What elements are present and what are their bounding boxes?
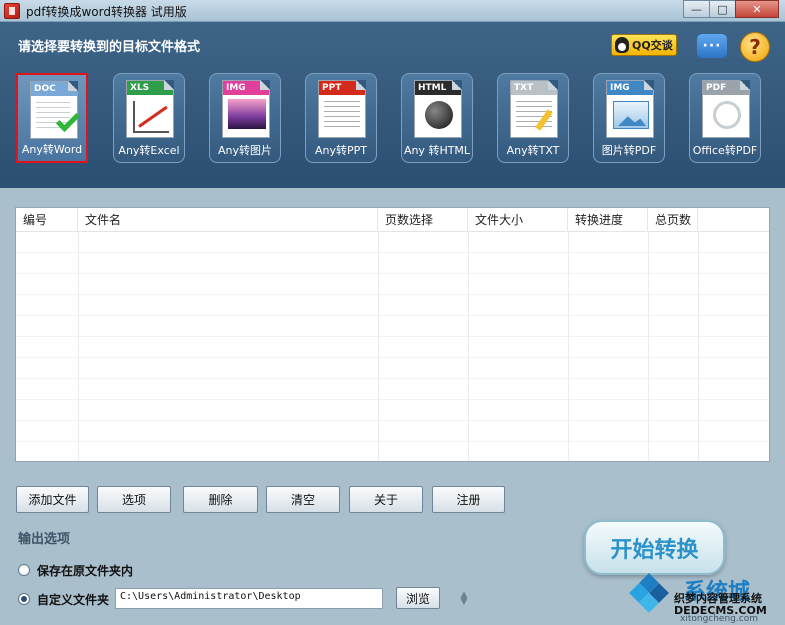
spinner-arrows-icon: ▲ ▼	[460, 590, 468, 607]
format-label: Any转Excel	[118, 144, 180, 157]
format-doc-icon: DOC	[30, 81, 81, 139]
format-button-html-4[interactable]: HTML Any 转HTML	[401, 73, 473, 163]
help-icon[interactable]: ?	[740, 32, 770, 62]
start-convert-button[interactable]: 开始转换	[584, 520, 725, 575]
format-doc-icon: XLS	[126, 80, 174, 138]
format-label: Any转Word	[21, 143, 83, 156]
close-button[interactable]: ✕	[735, 0, 779, 18]
format-tag: PPT	[319, 81, 365, 95]
format-label: Any 转HTML	[403, 144, 471, 157]
txt-art-icon	[324, 101, 360, 129]
register-button[interactable]: 注册	[432, 486, 505, 513]
column-header-file-size[interactable]: 文件大小	[468, 208, 568, 232]
app-icon	[4, 3, 20, 19]
format-doc-icon: IMG	[606, 80, 654, 138]
format-label: Any转图片	[217, 144, 272, 157]
delete-button[interactable]: 删除	[183, 486, 258, 513]
maximize-button[interactable]: □	[709, 0, 736, 18]
about-button[interactable]: 关于	[349, 486, 423, 513]
pic-art-icon	[228, 99, 266, 129]
format-tag: IMG	[607, 81, 653, 95]
format-label: Office转PDF	[692, 144, 758, 157]
save-original-label: 保存在原文件夹内	[37, 564, 134, 578]
pdf-art-icon	[713, 101, 741, 129]
format-doc-icon: PPT	[318, 80, 366, 138]
qq-chat-label: QQ交谈	[632, 39, 673, 52]
watermark-logo-icon	[629, 573, 669, 613]
format-tag: IMG	[223, 81, 269, 95]
format-label: Any转PPT	[315, 144, 367, 157]
format-button-img-2[interactable]: IMG Any转图片	[209, 73, 281, 163]
format-tag: XLS	[127, 81, 173, 95]
column-header-index[interactable]: 编号	[16, 208, 78, 232]
custom-folder-radio[interactable]	[18, 593, 30, 605]
custom-folder-label: 自定义文件夹	[37, 593, 110, 607]
options-button[interactable]: 选项	[97, 486, 171, 513]
file-table[interactable]: 编号 文件名 页数选择 文件大小 转换进度 总页数	[15, 207, 770, 462]
format-tag: DOC	[31, 82, 77, 96]
format-prompt: 请选择要转换到的目标文件格式	[18, 40, 201, 55]
format-header: 请选择要转换到的目标文件格式 QQ交谈 ··· ? DOC Any转Word XLS…	[0, 22, 785, 188]
format-label: Any转TXT	[506, 144, 560, 157]
format-tag: TXT	[511, 81, 557, 95]
format-button-pdf-7[interactable]: PDF Office转PDF	[689, 73, 761, 163]
format-doc-icon: TXT	[510, 80, 558, 138]
minimize-button[interactable]: —	[683, 0, 710, 18]
format-button-ppt-3[interactable]: PPT Any转PPT	[305, 73, 377, 163]
format-doc-icon: IMG	[222, 80, 270, 138]
format-tag: PDF	[703, 81, 749, 95]
format-button-doc-0[interactable]: DOC Any转Word	[16, 73, 88, 163]
format-button-img-6[interactable]: IMG 图片转PDF	[593, 73, 665, 163]
column-header-progress[interactable]: 转换进度	[568, 208, 648, 232]
chat-bubble-icon[interactable]: ···	[697, 34, 727, 58]
format-doc-icon: HTML	[414, 80, 462, 138]
format-doc-icon: PDF	[702, 80, 750, 138]
add-file-button[interactable]: 添加文件	[16, 486, 89, 513]
column-header-filename[interactable]: 文件名	[78, 208, 378, 232]
chart-art-icon	[133, 101, 169, 133]
html-art-icon	[425, 101, 453, 129]
output-path-input[interactable]: C:\Users\Administrator\Desktop	[115, 588, 383, 609]
watermark-sub: xitongcheng.com	[680, 614, 758, 624]
qq-penguin-icon	[615, 37, 629, 53]
format-button-xls-1[interactable]: XLS Any转Excel	[113, 73, 185, 163]
table-body[interactable]	[16, 232, 769, 461]
format-label: 图片转PDF	[601, 144, 657, 157]
window-title: pdf转换成word转换器 试用版	[26, 5, 187, 19]
clear-button[interactable]: 清空	[266, 486, 340, 513]
format-tag: HTML	[415, 81, 461, 95]
save-original-radio[interactable]	[18, 564, 30, 576]
qq-chat-button[interactable]: QQ交谈	[611, 34, 677, 56]
table-header: 编号 文件名 页数选择 文件大小 转换进度 总页数	[16, 208, 769, 232]
watermark: 系统城 织梦内容管理系统 DEDECMS.COM xitongcheng.com	[629, 572, 782, 624]
window-controls: — □ ✕	[683, 0, 779, 18]
column-header-page-select[interactable]: 页数选择	[378, 208, 468, 232]
browse-button[interactable]: 浏览	[396, 587, 440, 609]
format-button-txt-5[interactable]: TXT Any转TXT	[497, 73, 569, 163]
output-options-title: 输出选项	[18, 532, 71, 547]
img-art-icon	[613, 101, 649, 129]
column-header-total-pages[interactable]: 总页数	[648, 208, 698, 232]
title-bar: pdf转换成word转换器 试用版 — □ ✕	[0, 0, 785, 22]
